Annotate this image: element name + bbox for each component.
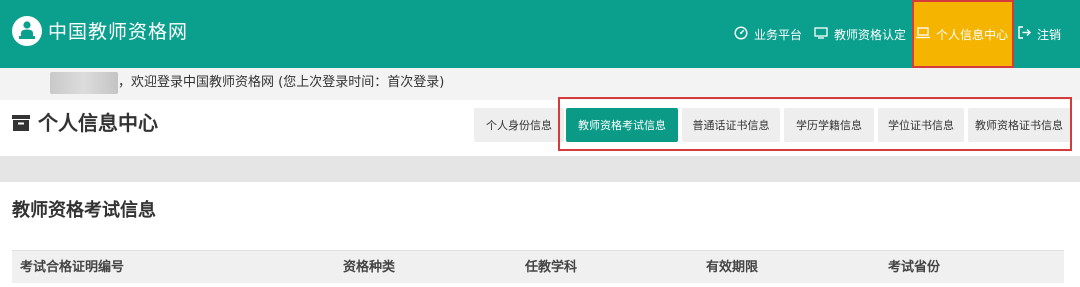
section-title: 教师资格考试信息 <box>12 200 156 221</box>
tab-degree-certificate[interactable]: 学位证书信息 <box>878 108 964 142</box>
column-header: 任教学科 <box>525 260 578 275</box>
top-header: 中国教师资格网 业务平台 教师资格认定 个人信息中心 注销 <box>0 0 1080 68</box>
tab-label: 普通话证书信息 <box>692 119 770 132</box>
column-header: 考试省份 <box>888 260 941 275</box>
page-title: 个人信息中心 <box>38 111 158 135</box>
nav-personal-info-center[interactable]: 个人信息中心 <box>912 0 1014 68</box>
tab-education-records[interactable]: 学历学籍信息 <box>784 108 874 142</box>
tab-label: 学历学籍信息 <box>796 119 862 132</box>
tab-mandarin-certificate[interactable]: 普通话证书信息 <box>682 108 780 142</box>
nav-business-platform[interactable]: 业务平台 <box>734 0 810 68</box>
monitor-icon <box>814 26 828 42</box>
nav-label: 个人信息中心 <box>936 27 1009 42</box>
teacher-logo-icon[interactable] <box>12 16 42 46</box>
tab-label: 学位证书信息 <box>888 119 954 132</box>
tab-personal-identity[interactable]: 个人身份信息 <box>474 108 564 142</box>
section-divider <box>0 156 1080 182</box>
dashboard-icon <box>734 25 748 43</box>
nav-label: 业务平台 <box>754 27 803 42</box>
table-header-row: 考试合格证明编号 资格种类 任教学科 有效期限 考试省份 <box>12 250 1064 283</box>
column-header: 资格种类 <box>343 260 396 275</box>
nav-teacher-certification[interactable]: 教师资格认定 <box>814 0 910 68</box>
tab-label: 教师资格证书信息 <box>975 119 1063 132</box>
tab-label: 个人身份信息 <box>486 119 552 132</box>
nav-label: 注销 <box>1037 27 1062 42</box>
page-header: 个人信息中心 个人身份信息 教师资格考试信息 普通话证书信息 学历学籍信息 学位… <box>0 100 1080 156</box>
nav-logout[interactable]: 注销 <box>1018 0 1070 68</box>
welcome-bar: ，欢迎登录中国教师资格网 (您上次登录时间：首次登录) <box>0 68 1080 98</box>
logout-icon <box>1018 26 1031 42</box>
exam-info-section: 教师资格考试信息 考试合格证明编号 资格种类 任教学科 有效期限 考试省份 <box>0 182 1080 287</box>
blurred-username <box>50 72 118 94</box>
laptop-icon <box>916 26 930 42</box>
site-brand-title[interactable]: 中国教师资格网 <box>48 20 188 44</box>
tab-teacher-exam-info[interactable]: 教师资格考试信息 <box>566 108 678 142</box>
column-header: 有效期限 <box>706 260 759 275</box>
nav-label: 教师资格认定 <box>834 27 907 42</box>
tab-label: 教师资格考试信息 <box>578 119 666 132</box>
welcome-message: ，欢迎登录中国教师资格网 (您上次登录时间：首次登录) <box>118 75 445 90</box>
archive-box-icon <box>12 114 30 136</box>
tab-teacher-certificate[interactable]: 教师资格证书信息 <box>968 108 1070 142</box>
column-header: 考试合格证明编号 <box>20 260 125 275</box>
